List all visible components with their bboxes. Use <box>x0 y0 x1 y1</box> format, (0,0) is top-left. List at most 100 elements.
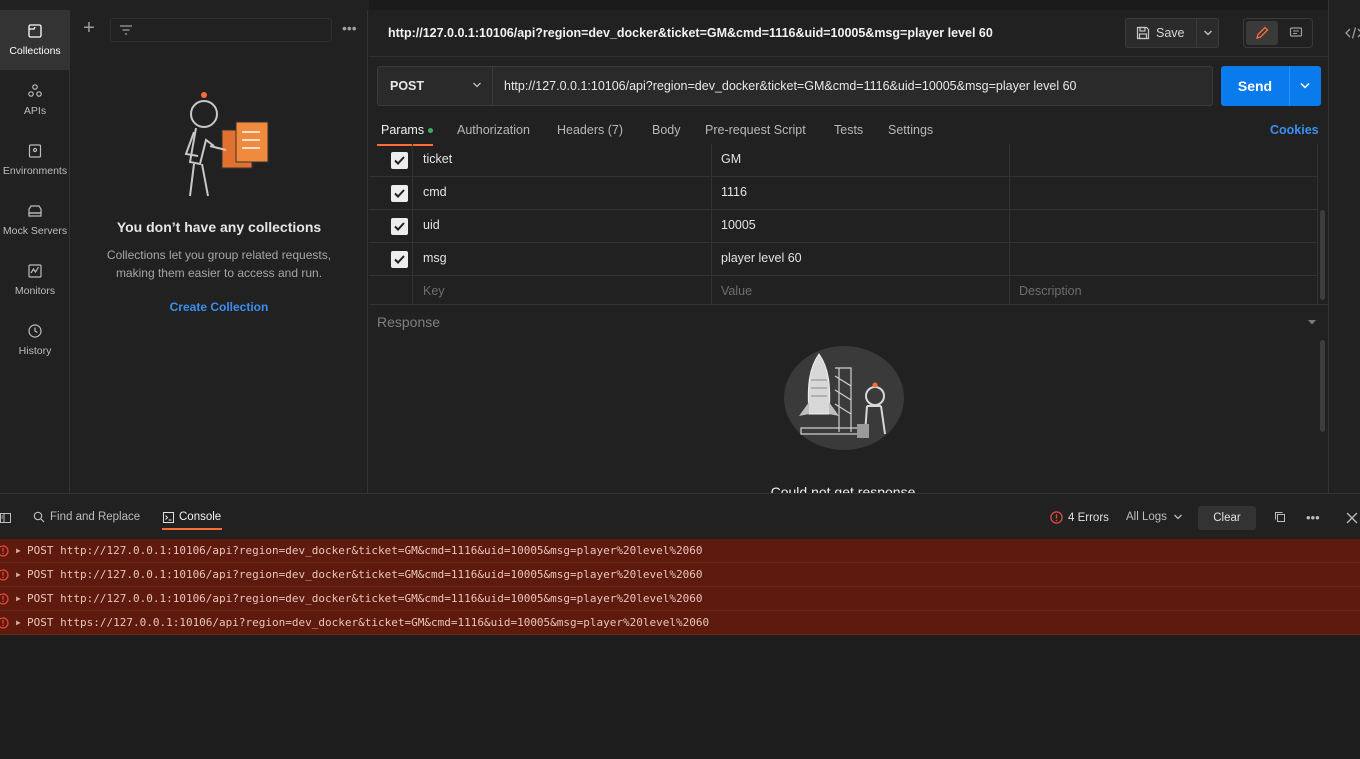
sidebar-toolbar: + ••• <box>70 10 368 48</box>
tab-authorization[interactable]: Authorization <box>457 123 530 137</box>
collections-icon <box>28 24 42 38</box>
console-panel: Find and Replace Console 4 Errors All Lo… <box>0 493 1360 759</box>
value-placeholder[interactable]: Value <box>721 284 752 298</box>
console-toolbar: Find and Replace Console 4 Errors All Lo… <box>0 494 1360 539</box>
more-options-icon[interactable]: ••• <box>342 20 358 36</box>
rocket-astronaut-illustration <box>784 346 904 450</box>
chevron-down-icon[interactable] <box>1299 81 1311 90</box>
check-icon <box>394 222 405 231</box>
request-panel: http://127.0.0.1:10106/api?region=dev_do… <box>369 0 1360 493</box>
console-icon <box>163 511 174 523</box>
clear-button[interactable]: Clear <box>1198 506 1256 530</box>
check-icon <box>394 255 405 264</box>
rail-label: Monitors <box>14 285 56 297</box>
params-scrollbar[interactable] <box>1320 210 1325 300</box>
errors-count-badge[interactable]: 4 Errors <box>1050 511 1109 524</box>
param-value[interactable]: 10005 <box>721 218 756 232</box>
rail-item-apis[interactable]: APIs <box>0 70 70 130</box>
filter-input[interactable] <box>110 18 332 42</box>
divider <box>1317 144 1318 304</box>
table-row: uid 10005 <box>369 210 1317 243</box>
param-key[interactable]: msg <box>423 251 447 265</box>
tab-settings[interactable]: Settings <box>888 123 933 137</box>
param-value[interactable]: player level 60 <box>721 251 802 265</box>
expand-icon[interactable]: ▶ <box>16 611 21 634</box>
send-button[interactable]: Send <box>1221 66 1321 106</box>
param-value[interactable]: 1116 <box>721 185 747 199</box>
rail-item-environments[interactable]: Environments <box>0 130 70 190</box>
cookies-link[interactable]: Cookies <box>1270 123 1319 137</box>
param-checkbox[interactable] <box>391 251 408 268</box>
param-checkbox[interactable] <box>391 152 408 169</box>
check-icon <box>394 189 405 198</box>
log-level-select[interactable]: All Logs <box>1126 511 1183 523</box>
rail-item-history[interactable]: History <box>0 310 70 370</box>
rail-label: Mock Servers <box>2 225 68 237</box>
request-title[interactable]: http://127.0.0.1:10106/api?region=dev_do… <box>388 26 993 40</box>
table-row-new: Key Value Description <box>369 276 1317 304</box>
tab-headers[interactable]: Headers (7) <box>557 123 623 137</box>
errors-label: 4 Errors <box>1068 511 1109 524</box>
table-row: msg player level 60 <box>369 243 1317 276</box>
param-key[interactable]: ticket <box>423 152 452 166</box>
tab-label: Params <box>381 123 425 137</box>
comments-button[interactable] <box>1280 21 1312 45</box>
log-text: POST http://127.0.0.1:10106/api?region=d… <box>27 592 703 605</box>
method-select[interactable]: POST <box>377 66 493 106</box>
param-key[interactable]: uid <box>423 218 440 232</box>
copy-icon[interactable] <box>1274 511 1286 523</box>
code-icon[interactable] <box>1345 26 1360 40</box>
checkbox-cell <box>369 210 413 243</box>
expand-icon[interactable]: ▶ <box>16 587 21 610</box>
tab-pre-request-script[interactable]: Pre-request Script <box>705 123 806 137</box>
log-entry[interactable]: ▶ POST http://127.0.0.1:10106/api?region… <box>0 539 1360 563</box>
divider <box>369 56 1328 57</box>
tab-body[interactable]: Body <box>652 123 681 137</box>
params-active-dot <box>428 128 434 134</box>
divider <box>369 304 1328 305</box>
param-key[interactable]: cmd <box>423 185 447 199</box>
url-input[interactable]: http://127.0.0.1:10106/api?region=dev_do… <box>492 66 1213 106</box>
divider <box>711 144 712 304</box>
mock-servers-icon <box>28 205 42 217</box>
comment-icon <box>1289 27 1303 37</box>
checkbox-cell <box>369 144 413 177</box>
error-icon <box>0 617 9 629</box>
edit-mode-button[interactable] <box>1246 21 1278 45</box>
response-scrollbar[interactable] <box>1320 340 1325 432</box>
checkbox-cell <box>369 243 413 276</box>
log-entry[interactable]: ▶ POST https://127.0.0.1:10106/api?regio… <box>0 611 1360 635</box>
request-tabs: Params Authorization Headers (7) Body Pr… <box>369 114 1328 146</box>
tab-tests[interactable]: Tests <box>834 123 863 137</box>
expand-icon[interactable]: ▶ <box>16 539 21 562</box>
create-collection-link[interactable]: Create Collection <box>70 300 368 314</box>
error-icon <box>1050 511 1063 524</box>
console-tab[interactable]: Console <box>163 511 221 523</box>
rail-item-collections[interactable]: Collections <box>0 10 70 70</box>
param-value[interactable]: GM <box>721 152 741 166</box>
divider <box>1289 66 1290 106</box>
chevron-down-icon <box>1173 514 1182 520</box>
expand-icon[interactable]: ▶ <box>16 563 21 586</box>
save-button[interactable]: Save <box>1125 18 1219 48</box>
more-options-icon[interactable]: ••• <box>1306 510 1320 525</box>
apis-icon <box>28 84 42 97</box>
rail-item-mock-servers[interactable]: Mock Servers <box>0 190 70 250</box>
caret-down-icon[interactable] <box>1307 318 1317 326</box>
find-and-replace-tab[interactable]: Find and Replace <box>33 511 140 523</box>
description-placeholder[interactable]: Description <box>1019 284 1082 298</box>
tab-params[interactable]: Params <box>381 123 434 137</box>
add-icon[interactable]: + <box>80 18 98 38</box>
key-placeholder[interactable]: Key <box>423 284 445 298</box>
close-icon[interactable] <box>1346 512 1358 524</box>
send-label: Send <box>1237 78 1273 94</box>
monitors-icon <box>28 264 42 278</box>
log-entry[interactable]: ▶ POST http://127.0.0.1:10106/api?region… <box>0 587 1360 611</box>
response-label[interactable]: Response <box>377 314 440 330</box>
param-checkbox[interactable] <box>391 218 408 235</box>
chevron-down-icon[interactable] <box>1203 29 1213 37</box>
log-entry[interactable]: ▶ POST http://127.0.0.1:10106/api?region… <box>0 563 1360 587</box>
param-checkbox[interactable] <box>391 185 408 202</box>
sidebar-toggle-icon[interactable] <box>0 512 12 524</box>
rail-item-monitors[interactable]: Monitors <box>0 250 70 310</box>
